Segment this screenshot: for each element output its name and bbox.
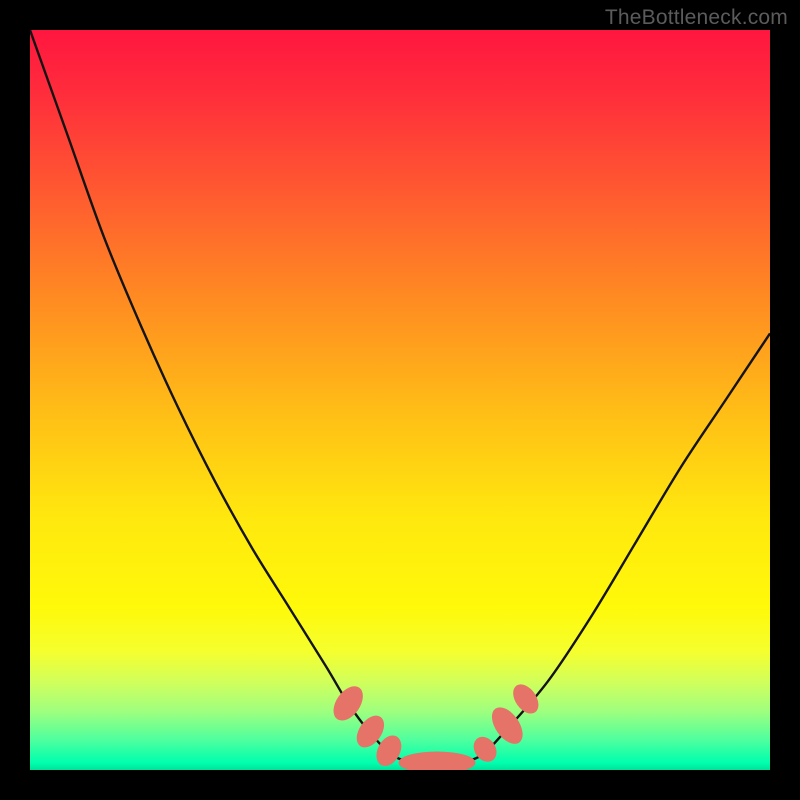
bottleneck-svg	[30, 30, 770, 770]
marker-bottom-bar	[399, 752, 476, 771]
chart-frame: TheBottleneck.com	[0, 0, 800, 800]
curve-markers	[327, 680, 543, 770]
marker-left-high	[327, 681, 368, 726]
marker-right-high	[508, 680, 544, 719]
plot-area	[30, 30, 770, 770]
watermark-text: TheBottleneck.com	[605, 6, 788, 30]
bottleneck-curve	[30, 30, 770, 763]
